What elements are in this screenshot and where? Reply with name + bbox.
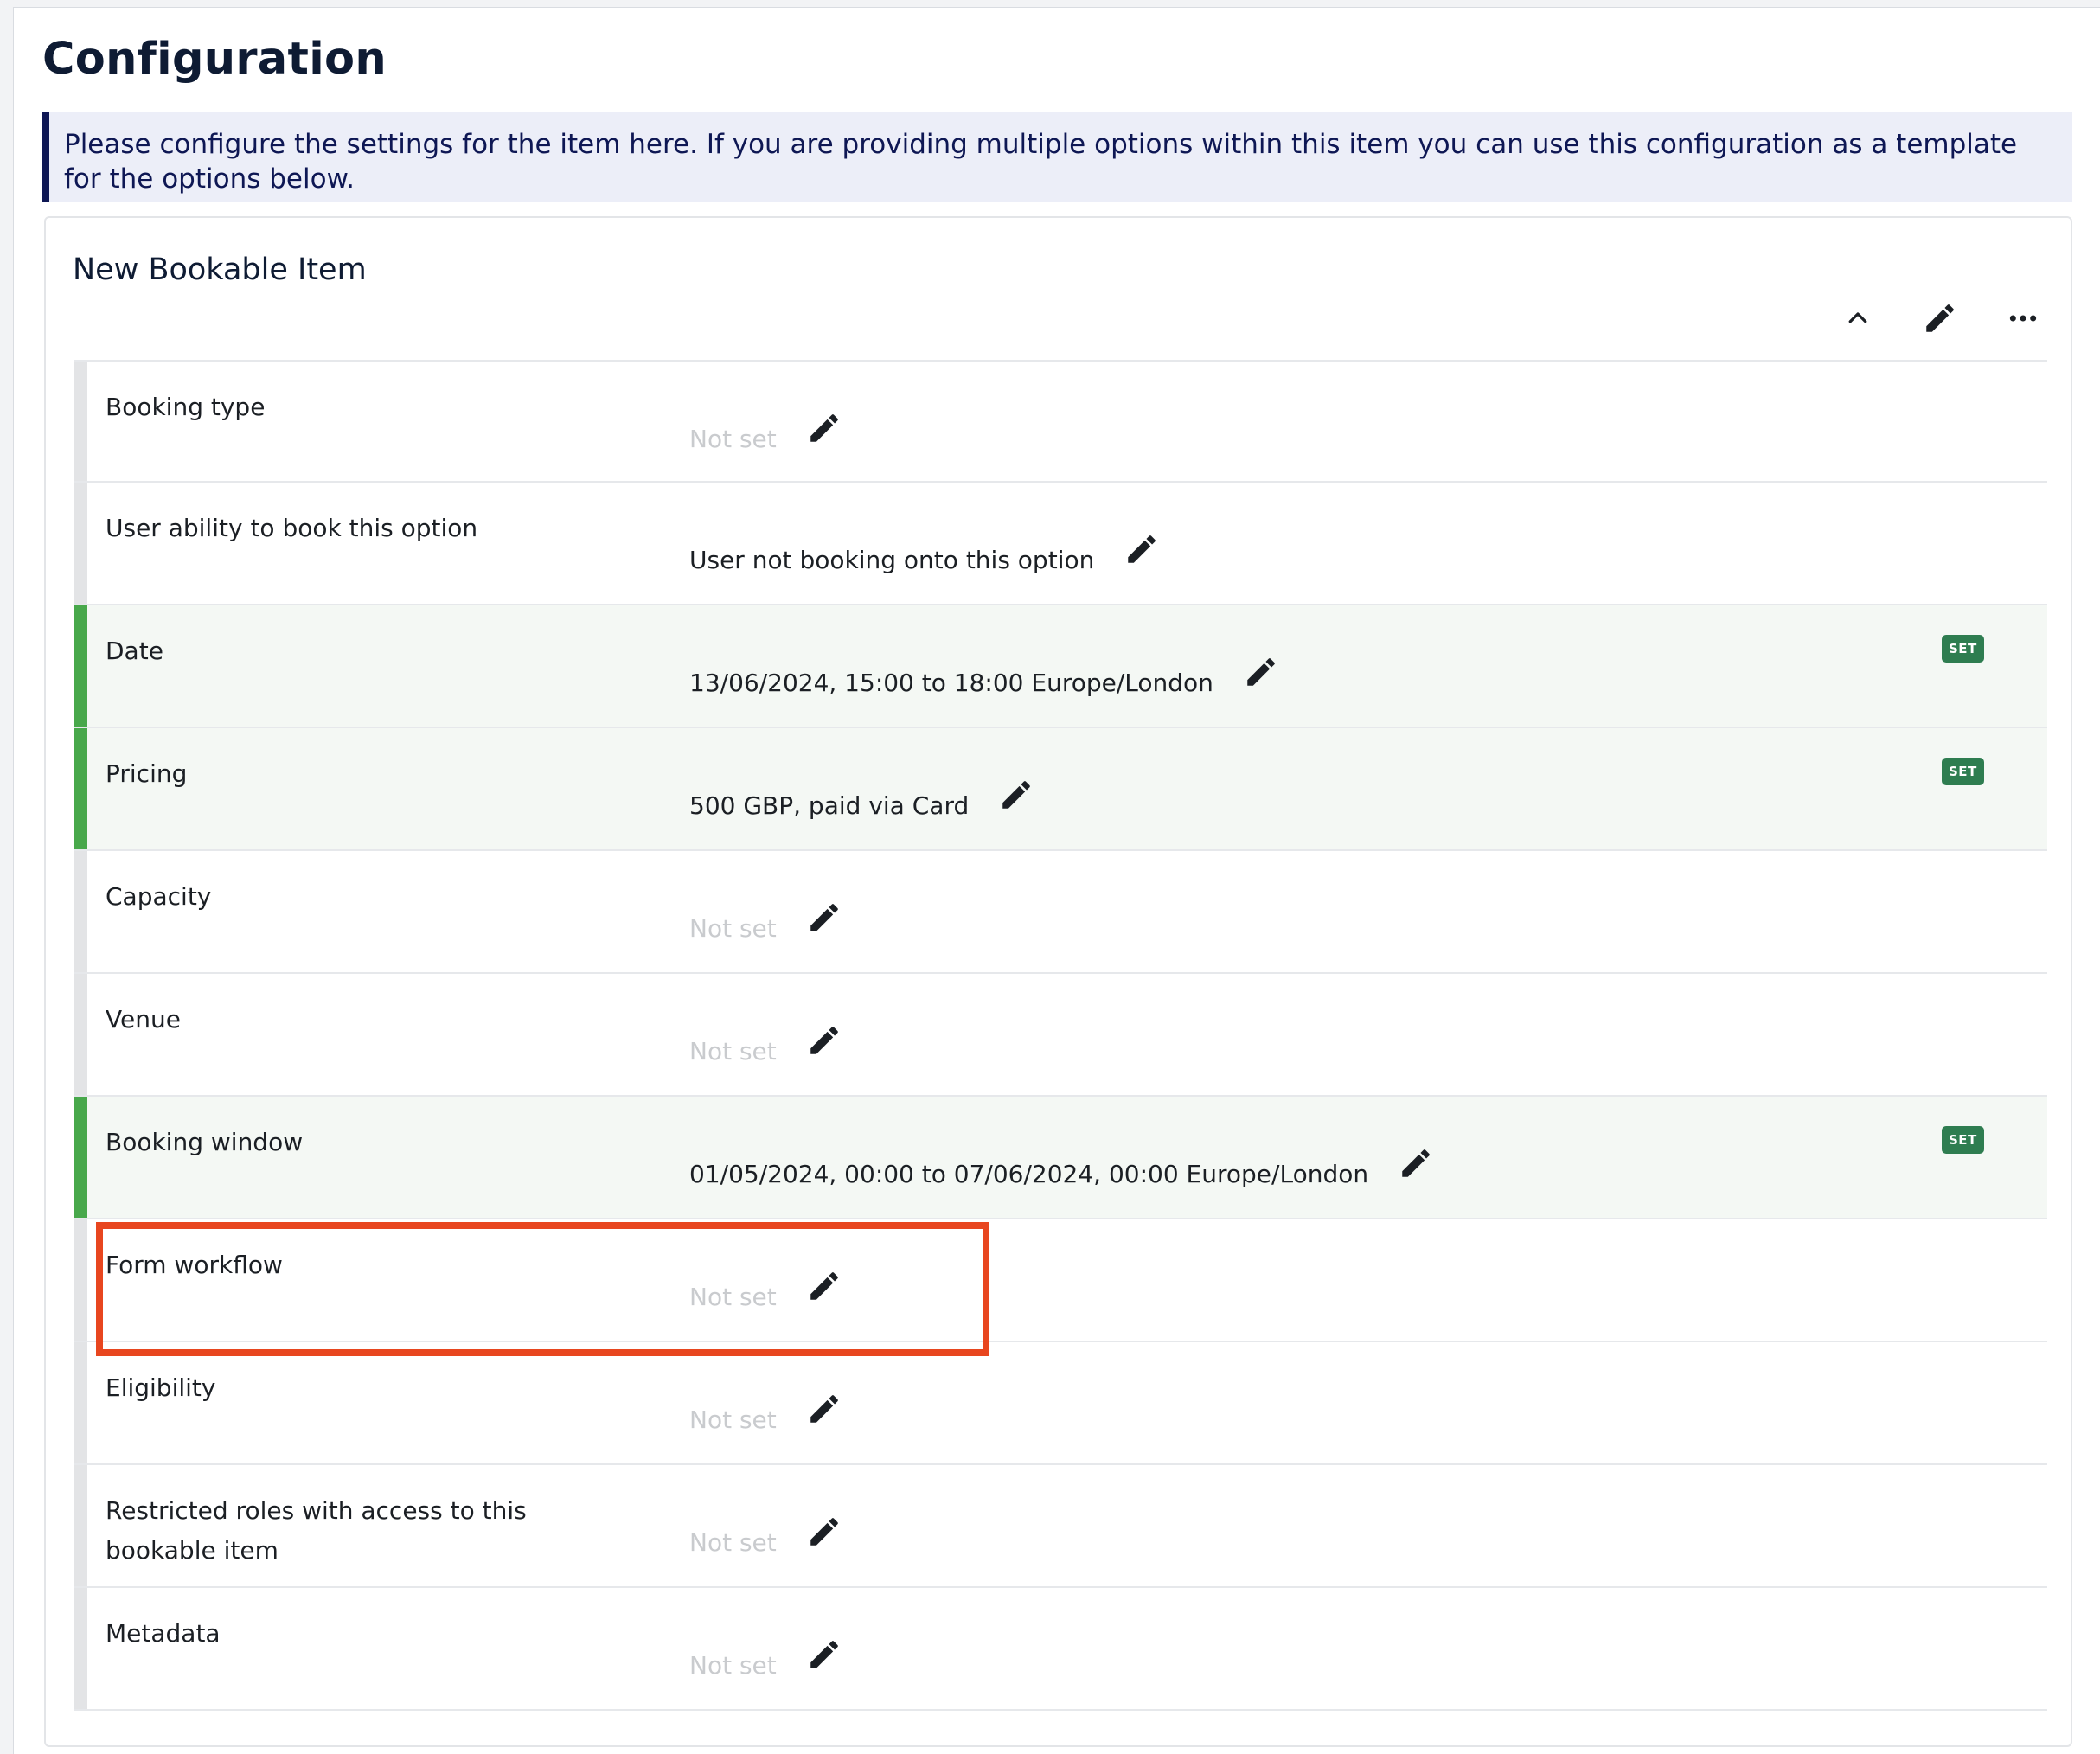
setting-value-group: Not set (689, 1272, 842, 1315)
status-bar (74, 1342, 87, 1463)
bookable-item-card: New Bookable Item Booking type Not set Use… (44, 216, 2072, 1747)
setting-value-group: Not set (689, 414, 842, 457)
edit-setting-button[interactable] (806, 899, 842, 936)
set-badge: SET (1942, 758, 1984, 785)
edit-setting-button[interactable] (1124, 531, 1160, 567)
setting-value-group: User not booking onto this option (689, 535, 1160, 578)
set-badge: SET (1942, 635, 1984, 663)
edit-setting-button[interactable] (1398, 1145, 1434, 1181)
setting-row: Venue Not set (74, 974, 2047, 1097)
setting-label: Booking type (106, 393, 266, 421)
chevron-up-icon (1848, 312, 1867, 323)
info-callout: Please configure the settings for the it… (42, 112, 2072, 202)
setting-value: Not set (689, 1283, 777, 1311)
configuration-page: Configuration Please configure the setti… (13, 7, 2100, 1754)
setting-row: User ability to book this option User not… (74, 483, 2047, 605)
edit-setting-button[interactable] (998, 777, 1034, 813)
edit-setting-button[interactable] (806, 1022, 842, 1059)
set-badge: SET (1942, 1126, 1984, 1154)
setting-label: Eligibility (106, 1373, 216, 1402)
status-bar (74, 1465, 87, 1586)
card-title: New Bookable Item (73, 253, 367, 287)
setting-label: Restricted roles with access to this boo… (106, 1496, 527, 1565)
status-bar (74, 483, 87, 604)
setting-value: Not set (689, 1037, 777, 1066)
setting-value-group: Not set (689, 1641, 842, 1683)
collapse-button[interactable] (1834, 294, 1882, 342)
setting-label: Metadata (106, 1619, 221, 1648)
edit-setting-button[interactable] (1243, 654, 1279, 690)
edit-setting-button[interactable] (806, 1514, 842, 1550)
more-options-button[interactable] (1999, 294, 2047, 342)
setting-value: Not set (689, 1405, 777, 1434)
setting-row: Booking type Not set (74, 360, 2047, 483)
setting-value-group: Not set (689, 1395, 842, 1437)
setting-row: Capacity Not set (74, 851, 2047, 974)
pencil-icon (810, 1272, 838, 1300)
setting-row: Date 13/06/2024, 15:00 to 18:00 Europe/Lo… (74, 605, 2047, 728)
status-bar (74, 1219, 87, 1341)
setting-value: Not set (689, 1651, 777, 1680)
setting-value: 500 GBP, paid via Card (689, 791, 970, 820)
edit-setting-button[interactable] (806, 1636, 842, 1673)
setting-value-group: 01/05/2024, 00:00 to 07/06/2024, 00:00 E… (689, 1149, 1434, 1192)
setting-value-group: Not set (689, 1518, 842, 1560)
pencil-icon (810, 1641, 838, 1668)
edit-item-button[interactable] (1916, 294, 1964, 342)
setting-row: Eligibility Not set (74, 1342, 2047, 1465)
setting-row: Metadata Not set (74, 1588, 2047, 1711)
status-bar (74, 1097, 87, 1218)
pencil-icon (810, 904, 838, 931)
setting-value-group: 500 GBP, paid via Card (689, 781, 1034, 823)
edit-setting-button[interactable] (806, 410, 842, 446)
setting-row: Pricing 500 GBP, paid via Card SET (74, 728, 2047, 851)
pencil-icon (810, 414, 838, 442)
setting-value: Not set (689, 914, 777, 943)
page-title: Configuration (42, 34, 387, 85)
pencil-icon (1926, 304, 1954, 332)
pencil-icon (1002, 781, 1030, 809)
pencil-icon (1402, 1149, 1430, 1177)
setting-value: Not set (689, 1528, 777, 1557)
setting-value-group: 13/06/2024, 15:00 to 18:00 Europe/London (689, 658, 1279, 701)
status-bar (74, 728, 87, 849)
setting-label: Date (106, 637, 163, 665)
status-bar (74, 362, 87, 481)
setting-value: Not set (689, 425, 777, 453)
status-bar (74, 1588, 87, 1709)
pencil-icon (810, 1395, 838, 1423)
setting-label: Venue (106, 1005, 181, 1034)
setting-label: Booking window (106, 1128, 304, 1156)
setting-label: User ability to book this option (106, 514, 478, 542)
setting-label: Form workflow (106, 1251, 283, 1279)
status-bar (74, 851, 87, 972)
setting-value: User not booking onto this option (689, 546, 1095, 574)
pencil-icon (810, 1027, 838, 1054)
more-horizontal-icon (2009, 315, 2037, 322)
setting-value-group: Not set (689, 904, 842, 946)
setting-value: 13/06/2024, 15:00 to 18:00 Europe/London (689, 669, 1213, 697)
setting-label: Capacity (106, 882, 212, 911)
setting-row: Form workflow Not set (74, 1219, 2047, 1342)
setting-value-group: Not set (689, 1027, 842, 1069)
status-bar (74, 605, 87, 727)
status-bar (74, 974, 87, 1095)
pencil-icon (810, 1518, 838, 1546)
pencil-icon (1128, 535, 1156, 563)
setting-label: Pricing (106, 759, 188, 788)
setting-value: 01/05/2024, 00:00 to 07/06/2024, 00:00 E… (689, 1160, 1369, 1188)
edit-setting-button[interactable] (806, 1391, 842, 1427)
edit-setting-button[interactable] (806, 1268, 842, 1304)
setting-row: Restricted roles with access to this boo… (74, 1465, 2047, 1588)
setting-row: Booking window 01/05/2024, 00:00 to 07/06… (74, 1097, 2047, 1219)
pencil-icon (1247, 658, 1275, 686)
settings-list: Booking type Not set User ability to book … (74, 360, 2047, 1711)
